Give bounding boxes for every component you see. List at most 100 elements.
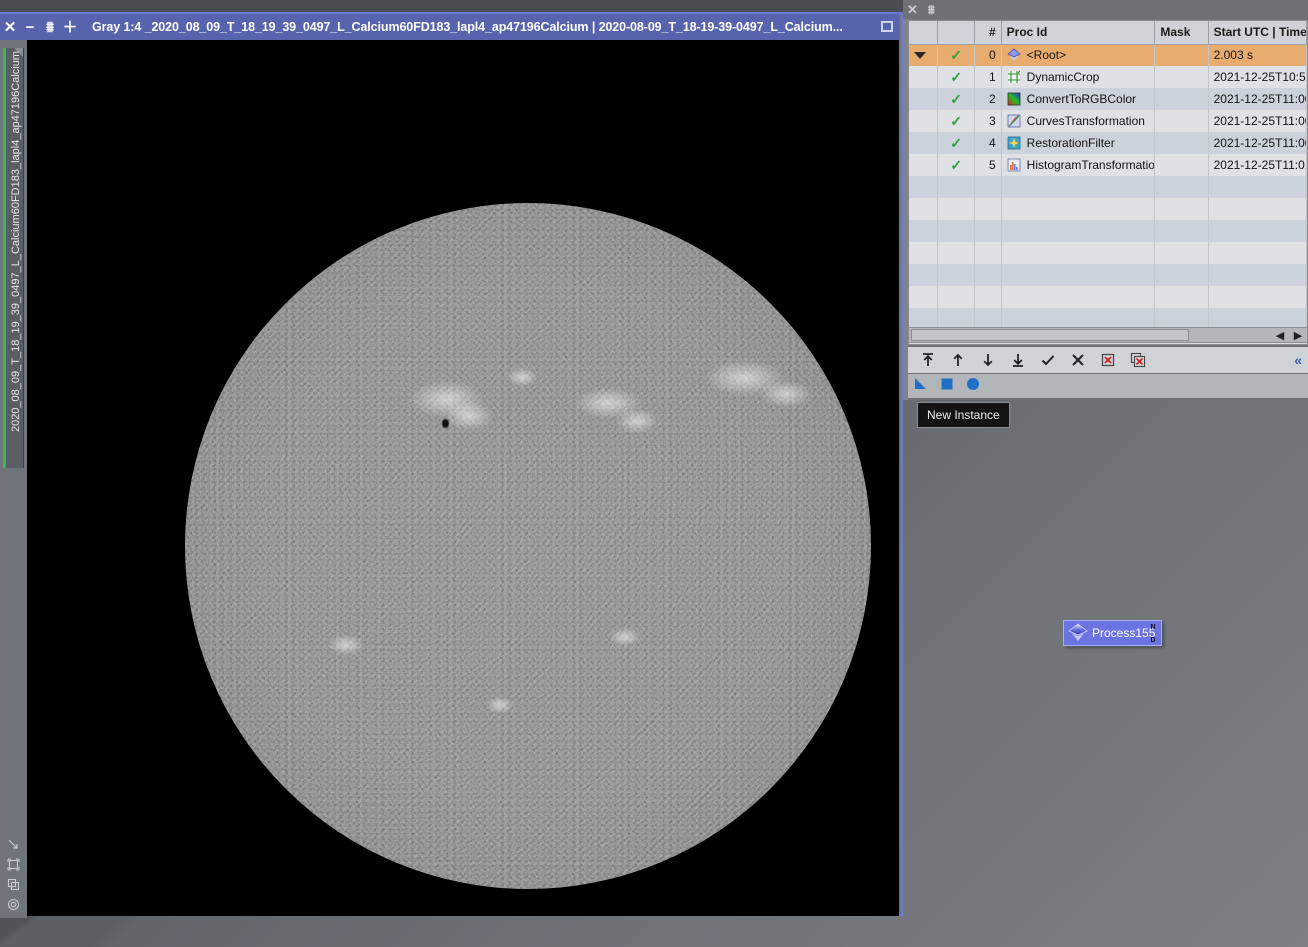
move-to-bottom-button[interactable] — [1003, 348, 1033, 372]
fit-window-icon[interactable] — [4, 854, 23, 874]
process-instance-label: Process155 — [1092, 626, 1156, 640]
root-diamond-icon — [1007, 48, 1021, 62]
row-proc-id[interactable]: HistogramTransformation — [1001, 154, 1156, 176]
row-mask — [1154, 88, 1209, 110]
image-tab[interactable]: 2020_08_09_T_18_19_39_0497_L_Calcium60FD… — [3, 48, 24, 468]
row-expander — [909, 66, 939, 88]
empty-cell — [974, 286, 1002, 308]
column-header-index[interactable]: # — [974, 21, 1002, 45]
move-up-button[interactable] — [943, 348, 973, 372]
check-icon: ✓ — [950, 134, 962, 151]
target-icon[interactable] — [4, 894, 23, 914]
row-expander — [909, 88, 939, 110]
delete-button[interactable] — [1093, 348, 1123, 372]
process-table: # Proc Id Mask Start UTC | Time ✓ 0 <Root>… — [909, 21, 1307, 330]
row-enabled-check[interactable]: ✓ — [937, 154, 976, 176]
move-to-top-button[interactable] — [913, 348, 943, 372]
table-row-empty — [909, 286, 1307, 308]
empty-cell — [1001, 220, 1156, 242]
process-table-body: ✓ 0 <Root> 2.003 s ✓ 1 DynamicCrop 2021-12-25T1… — [909, 44, 1307, 330]
empty-cell — [974, 198, 1002, 220]
chevron-down-icon[interactable] — [914, 52, 926, 60]
column-header-mask[interactable]: Mask — [1154, 21, 1209, 45]
empty-cell — [937, 198, 976, 220]
column-header-tree[interactable] — [909, 21, 939, 45]
image-window-title-bar[interactable]: ✕ − ⩩ ＋ Gray 1:4 _2020_08_09_T_18_19_39_… — [0, 14, 899, 40]
table-row[interactable]: ✓ 5 HistogramTransformation 2021-12-25T11:0… — [909, 154, 1307, 176]
dynamiccrop-icon — [1007, 70, 1021, 83]
image-tab-label: 2020_08_09_T_18_19_39_0497_L_Calcium60FD… — [10, 51, 22, 433]
collapse-panel-icon[interactable]: « — [1294, 352, 1302, 368]
table-row[interactable]: ✓ 2 ConvertToRGBColor 2021-12-25T11:00 — [909, 88, 1307, 110]
maximize-icon[interactable]: ＋ — [60, 14, 80, 40]
row-expander — [909, 132, 939, 154]
row-proc-id[interactable]: CurvesTransformation — [1001, 110, 1156, 132]
triangle-shape-button[interactable] — [914, 377, 928, 396]
duplicate-icon[interactable] — [4, 874, 23, 894]
empty-cell — [974, 220, 1002, 242]
enable-button[interactable] — [1033, 348, 1063, 372]
row-proc-label: RestorationFilter — [1026, 136, 1115, 150]
square-shape-button[interactable] — [940, 377, 954, 396]
close-icon[interactable]: ✕ — [907, 3, 918, 16]
empty-cell — [1208, 220, 1307, 242]
row-enabled-check[interactable]: ✓ — [937, 66, 976, 88]
empty-cell — [937, 242, 976, 264]
histogram-icon — [1007, 158, 1021, 172]
table-row-empty — [909, 220, 1307, 242]
scroll-left-icon[interactable]: ◀ — [1271, 329, 1289, 342]
resize-icon[interactable] — [4, 834, 23, 854]
empty-cell — [974, 264, 1002, 286]
circle-shape-button[interactable] — [966, 377, 980, 396]
empty-cell — [937, 264, 976, 286]
row-enabled-check[interactable]: ✓ — [937, 44, 976, 66]
process-instance-node[interactable]: Process155 N D — [1063, 620, 1162, 646]
empty-cell — [1154, 198, 1209, 220]
row-enabled-check[interactable]: ✓ — [937, 132, 976, 154]
table-row[interactable]: ✓ 1 DynamicCrop 2021-12-25T10:55 — [909, 66, 1307, 88]
row-index: 0 — [974, 44, 1002, 66]
empty-cell — [1154, 286, 1209, 308]
row-start-utc: 2.003 s — [1208, 44, 1307, 66]
table-row[interactable]: ✓ 0 <Root> 2.003 s — [909, 44, 1307, 66]
empty-cell — [1001, 286, 1156, 308]
table-horizontal-scrollbar[interactable]: ◀ ▶ — [908, 327, 1308, 343]
row-proc-id[interactable]: RestorationFilter — [1001, 132, 1156, 154]
column-header-enabled[interactable] — [937, 21, 976, 45]
check-icon: ✓ — [950, 46, 962, 63]
row-enabled-check[interactable]: ✓ — [937, 88, 976, 110]
scroll-right-icon[interactable]: ▶ — [1289, 329, 1307, 342]
table-row[interactable]: ✓ 4 RestorationFilter 2021-12-25T11:00 — [909, 132, 1307, 154]
column-header-proc-id[interactable]: Proc Id — [1001, 21, 1156, 45]
row-proc-id[interactable]: <Root> — [1001, 44, 1156, 66]
empty-cell — [1208, 176, 1307, 198]
delete-all-button[interactable] — [1123, 348, 1153, 372]
badge-new: N — [1150, 624, 1156, 631]
row-proc-label: ConvertToRGBColor — [1026, 92, 1137, 106]
column-header-start-utc[interactable]: Start UTC | Time — [1208, 21, 1307, 45]
minimize-icon[interactable]: − — [20, 14, 40, 40]
process-console-panel[interactable]: ✕ ⩩ # Proc Id Mask Start UTC | Time ✓ 0 <R… — [903, 0, 1308, 400]
process-table-container[interactable]: # Proc Id Mask Start UTC | Time ✓ 0 <Root>… — [908, 20, 1308, 345]
image-tool-icons — [4, 834, 24, 914]
scrollbar-thumb[interactable] — [911, 329, 1189, 341]
restore-icon[interactable] — [881, 21, 893, 32]
move-down-button[interactable] — [973, 348, 1003, 372]
image-canvas[interactable] — [27, 40, 899, 916]
close-icon[interactable]: ✕ — [0, 14, 20, 40]
shade-icon[interactable]: ⩩ — [928, 3, 935, 16]
row-proc-id[interactable]: DynamicCrop — [1001, 66, 1156, 88]
shade-icon[interactable]: ⩩ — [40, 14, 60, 40]
image-window[interactable]: ✕ − ⩩ ＋ Gray 1:4 _2020_08_09_T_18_19_39_… — [0, 12, 903, 918]
row-proc-id[interactable]: ConvertToRGBColor — [1001, 88, 1156, 110]
empty-cell — [909, 198, 939, 220]
row-enabled-check[interactable]: ✓ — [937, 110, 976, 132]
table-row[interactable]: ✓ 3 CurvesTransformation 2021-12-25T11:00 — [909, 110, 1307, 132]
row-expander[interactable] — [909, 44, 939, 66]
table-row-empty — [909, 198, 1307, 220]
row-mask — [1154, 154, 1209, 176]
check-icon: ✓ — [950, 90, 962, 107]
disable-button[interactable] — [1063, 348, 1093, 372]
row-start-utc: 2021-12-25T11:00 — [1208, 132, 1307, 154]
table-row-empty — [909, 242, 1307, 264]
